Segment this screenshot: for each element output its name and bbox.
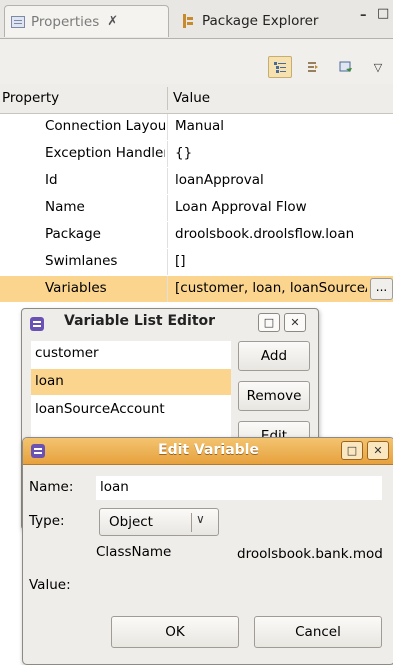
property-name: Swimlanes [45, 253, 118, 269]
property-name: Exception Handlers [45, 145, 165, 161]
close-icon[interactable]: ✕ [284, 313, 306, 332]
remove-button[interactable]: Remove [238, 381, 310, 411]
show-categories-icon[interactable] [268, 56, 292, 78]
property-name: Connection Layout [45, 118, 165, 134]
edit-variables-button[interactable]: ... [370, 278, 393, 300]
chevron-down-icon: ∨ [196, 512, 205, 526]
property-value: [customer, loan, loanSourceAccount] [175, 280, 367, 296]
add-button[interactable]: Add [238, 341, 310, 371]
properties-toolbar: ▽ [0, 39, 393, 85]
property-value: {} [175, 145, 193, 161]
column-header-property[interactable]: Property [2, 90, 59, 106]
property-value: Loan Approval Flow [175, 199, 307, 215]
value-label: Value: [29, 577, 71, 593]
property-value: [] [175, 253, 186, 269]
property-name: Package [45, 226, 101, 242]
list-item[interactable]: loanSourceAccount [31, 397, 231, 423]
restore-defaults-icon[interactable] [334, 56, 358, 78]
dialog-title: Edit Variable [158, 442, 259, 458]
classname-label: ClassName [96, 544, 172, 560]
tab-properties-label: Properties [31, 13, 100, 30]
tab-package-explorer[interactable]: Package Explorer [174, 5, 352, 37]
table-row[interactable]: Package droolsbook.droolsflow.loan [0, 222, 393, 248]
maximize-icon[interactable]: □ [258, 313, 280, 332]
dialog-title-bar[interactable]: Edit Variable □ ✕ [23, 438, 393, 465]
property-value: droolsbook.droolsflow.loan [175, 226, 355, 242]
dialog-title: Variable List Editor [64, 313, 216, 329]
list-item[interactable]: customer [31, 341, 231, 367]
type-label: Type: [29, 513, 65, 529]
cancel-button[interactable]: Cancel [254, 616, 382, 648]
minimize-view-icon[interactable]: – [360, 8, 367, 23]
list-item-selected[interactable]: loan [31, 369, 231, 395]
dialog-title-bar[interactable]: Variable List Editor □ ✕ [22, 309, 318, 335]
window-menu-icon[interactable] [30, 317, 44, 331]
table-row[interactable]: Connection Layout Manual [0, 114, 393, 140]
close-icon[interactable]: ✕ [367, 441, 389, 460]
property-value: loanApproval [175, 172, 264, 188]
property-value: Manual [175, 118, 225, 134]
type-selected-value: Object [109, 514, 153, 530]
tab-package-explorer-label: Package Explorer [202, 13, 319, 29]
name-field[interactable]: loan [96, 476, 382, 500]
name-label: Name: [29, 479, 74, 495]
view-menu-icon[interactable]: ▽ [366, 56, 390, 78]
maximize-view-icon[interactable]: □ [377, 6, 389, 21]
package-explorer-icon [182, 14, 194, 28]
table-row[interactable]: Exception Handlers {} [0, 141, 393, 167]
edit-variable-dialog: Edit Variable □ ✕ Name: loan Type: Objec… [22, 437, 393, 665]
table-row[interactable]: Id loanApproval [0, 168, 393, 194]
tab-properties[interactable]: Properties ✗ [4, 5, 169, 37]
properties-icon [11, 15, 25, 28]
type-select[interactable]: Object ∨ [99, 508, 219, 536]
close-icon[interactable]: ✗ [107, 14, 118, 29]
table-row-selected[interactable]: Variables [customer, loan, loanSourceAcc… [0, 276, 393, 302]
classname-value[interactable]: droolsbook.bank.model.Loan [237, 546, 382, 562]
property-table-header: Property Value [0, 84, 393, 114]
column-divider[interactable] [167, 87, 168, 110]
view-tab-bar: Properties ✗ Package Explorer – □ [0, 0, 393, 39]
property-name: Id [45, 172, 58, 188]
table-row[interactable]: Swimlanes [] [0, 249, 393, 275]
property-name: Name [45, 199, 85, 215]
show-advanced-icon[interactable] [301, 56, 325, 78]
table-row[interactable]: Name Loan Approval Flow [0, 195, 393, 221]
column-header-value[interactable]: Value [173, 90, 210, 106]
property-name: Variables [45, 280, 107, 296]
ok-button[interactable]: OK [111, 616, 239, 648]
maximize-icon[interactable]: □ [341, 441, 363, 460]
